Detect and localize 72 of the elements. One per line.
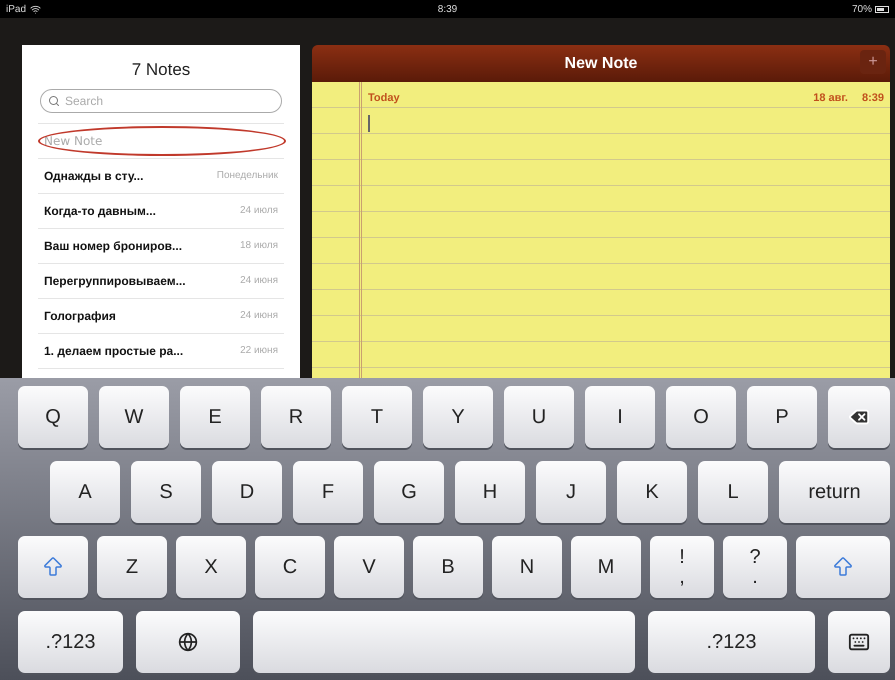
status-time: 8:39 bbox=[438, 2, 458, 16]
note-list-item[interactable]: Ваш номер брониров... 18 июля bbox=[38, 228, 284, 264]
key[interactable]: K bbox=[617, 461, 687, 523]
key[interactable]: C bbox=[255, 536, 325, 598]
key[interactable]: B bbox=[413, 536, 483, 598]
key[interactable]: P bbox=[747, 386, 817, 448]
note-date: 24 июня bbox=[240, 309, 278, 323]
search-icon bbox=[48, 94, 60, 106]
return-key[interactable]: return bbox=[779, 461, 890, 523]
note-title: Однажды в сту... bbox=[44, 168, 144, 184]
note-date: 18 июля bbox=[240, 239, 278, 253]
key[interactable]: V bbox=[334, 536, 404, 598]
key[interactable]: H bbox=[455, 461, 525, 523]
device-name: iPad bbox=[6, 2, 26, 16]
key[interactable]: G bbox=[374, 461, 444, 523]
note-title: New Note bbox=[44, 132, 102, 150]
numbers-key[interactable]: .?123 bbox=[648, 611, 815, 673]
text-cursor bbox=[368, 114, 370, 132]
key[interactable]: Q bbox=[18, 386, 88, 448]
note-title: Перегруппировываем... bbox=[44, 272, 186, 290]
notes-count-title: 7 Notes bbox=[130, 59, 192, 81]
note-title: 1. делаем простые ра... bbox=[44, 342, 184, 360]
backspace-key[interactable] bbox=[828, 386, 890, 448]
key[interactable]: T bbox=[342, 386, 412, 448]
note-header-title: New Note bbox=[564, 54, 638, 74]
note-date: Понедельник bbox=[216, 169, 278, 183]
numbers-key[interactable]: .?123 bbox=[18, 611, 123, 673]
key[interactable]: L bbox=[698, 461, 768, 523]
key[interactable]: D bbox=[212, 461, 282, 523]
note-time: 8:39 bbox=[862, 91, 884, 106]
note-list-item[interactable]: Когда-то давным... 24 июля bbox=[38, 194, 284, 228]
key[interactable]: I bbox=[585, 386, 655, 448]
search-field[interactable]: Search bbox=[40, 88, 282, 112]
key[interactable]: W bbox=[99, 386, 169, 448]
note-day: Today bbox=[368, 90, 400, 106]
note-date: 18 авг. bbox=[813, 91, 848, 106]
wifi-icon bbox=[30, 4, 42, 14]
key[interactable]: E bbox=[180, 386, 250, 448]
shift-icon bbox=[831, 555, 855, 579]
add-note-button[interactable]: + bbox=[860, 50, 886, 74]
note-title: Голография bbox=[44, 308, 116, 324]
battery-icon bbox=[875, 6, 889, 12]
key[interactable]: F bbox=[293, 461, 363, 523]
key[interactable]: R bbox=[261, 386, 331, 448]
shift-icon bbox=[41, 555, 65, 579]
key[interactable]: U bbox=[504, 386, 574, 448]
battery-percent: 70% bbox=[852, 2, 872, 16]
note-list-item[interactable]: Перегруппировываем... 24 июня bbox=[38, 264, 284, 298]
note-list-item[interactable]: Голография 24 июня bbox=[38, 298, 284, 334]
key[interactable]: A bbox=[50, 461, 120, 523]
note-title: Когда-то давным... bbox=[44, 202, 156, 220]
key[interactable]: N bbox=[492, 536, 562, 598]
shift-key[interactable] bbox=[18, 536, 88, 598]
key[interactable]: ? . bbox=[723, 536, 787, 598]
key[interactable]: X bbox=[176, 536, 246, 598]
key[interactable]: ! , bbox=[650, 536, 714, 598]
keyboard-icon bbox=[848, 631, 870, 653]
hide-keyboard-key[interactable] bbox=[828, 611, 890, 673]
key[interactable]: Z bbox=[97, 536, 167, 598]
key[interactable]: S bbox=[131, 461, 201, 523]
note-date: 22 июня bbox=[240, 344, 278, 358]
note-list-item[interactable]: 1. делаем простые ра... 22 июня bbox=[38, 334, 284, 368]
globe-icon bbox=[178, 632, 198, 652]
key[interactable]: Y bbox=[423, 386, 493, 448]
note-date: 24 июля bbox=[240, 204, 278, 218]
note-date: 24 июня bbox=[240, 274, 278, 288]
key[interactable]: O bbox=[666, 386, 736, 448]
key[interactable]: M bbox=[571, 536, 641, 598]
note-list-item[interactable]: Однажды в сту... Понедельник bbox=[38, 158, 284, 194]
key[interactable]: J bbox=[536, 461, 606, 523]
globe-key[interactable] bbox=[136, 611, 240, 673]
note-title: Ваш номер брониров... bbox=[44, 238, 182, 254]
